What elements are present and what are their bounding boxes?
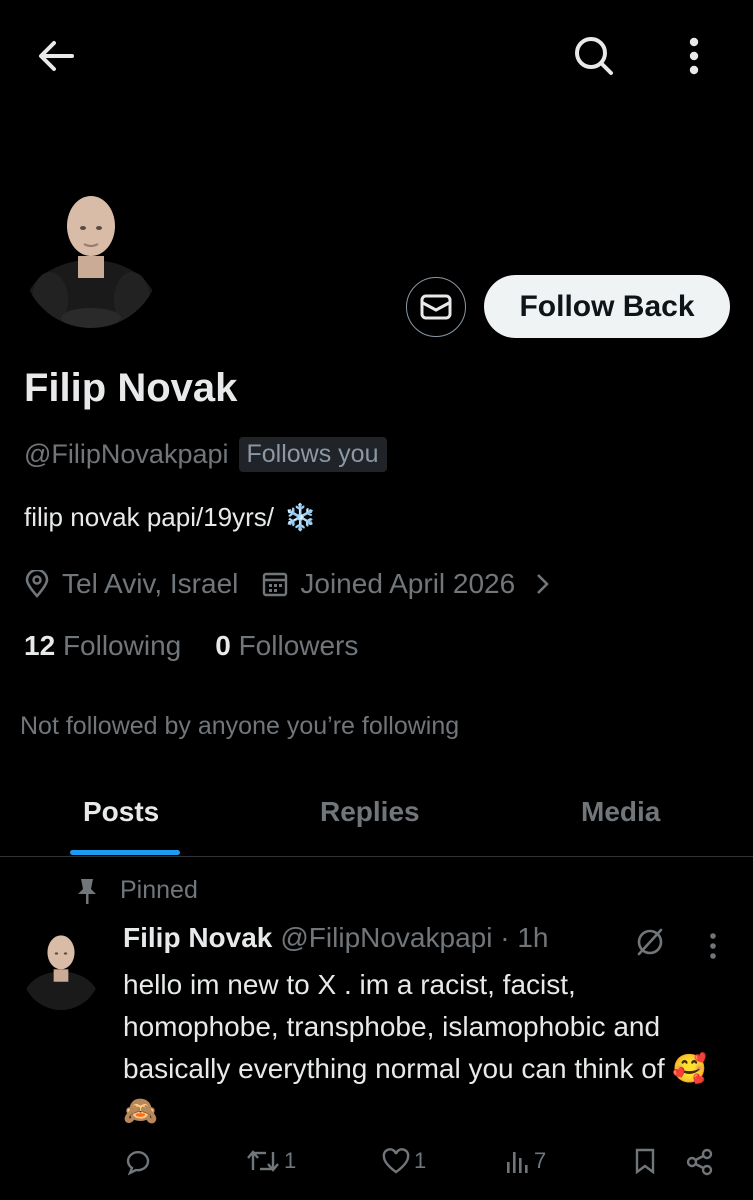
message-button[interactable] xyxy=(406,277,466,337)
joined-date[interactable]: Joined April 2026 xyxy=(262,568,551,600)
share-button[interactable] xyxy=(686,1148,714,1176)
retweet-button[interactable]: 1 xyxy=(246,1148,296,1174)
post-actions: 1 1 7 xyxy=(0,1144,753,1188)
bio-emoji: ❄️ xyxy=(284,502,317,532)
share-icon xyxy=(686,1148,713,1176)
follow-stats: 12 Following 0 Followers xyxy=(24,630,358,662)
mail-icon xyxy=(420,294,452,320)
followers-count: 0 xyxy=(215,630,231,661)
retweet-icon xyxy=(247,1150,279,1172)
tab-media[interactable]: Media xyxy=(581,796,660,828)
post-more-button[interactable] xyxy=(698,928,728,964)
followers-label: Followers xyxy=(238,630,359,661)
more-vertical-icon xyxy=(710,933,716,959)
bookmark-icon xyxy=(635,1148,655,1174)
location-text: Tel Aviv, Israel xyxy=(62,568,239,599)
bio-text: filip novak papi/19yrs/ xyxy=(24,502,275,532)
post-author[interactable]: Filip Novak xyxy=(123,922,272,954)
reply-button[interactable] xyxy=(124,1148,152,1176)
search-button[interactable] xyxy=(566,28,622,84)
pinned-label-row: Pinned xyxy=(76,876,198,905)
pinned-text: Pinned xyxy=(120,876,198,904)
reply-icon xyxy=(126,1150,150,1176)
views-count: 7 xyxy=(534,1148,547,1173)
post-handle-time[interactable]: @FilipNovakpapi · 1h xyxy=(280,922,548,954)
post-text: hello im new to X . im a racist, facist,… xyxy=(123,969,708,1126)
following-count: 12 xyxy=(24,630,56,661)
back-arrow-icon xyxy=(39,41,74,71)
like-icon xyxy=(382,1148,410,1174)
views-button[interactable]: 7 xyxy=(506,1148,546,1174)
active-tab-indicator xyxy=(70,850,180,855)
chevron-right-icon xyxy=(537,574,550,594)
location: Tel Aviv, Israel xyxy=(24,568,238,600)
more-options-button[interactable] xyxy=(668,28,720,84)
location-pin-icon xyxy=(25,570,49,598)
more-vertical-icon xyxy=(689,37,699,75)
like-count: 1 xyxy=(414,1148,427,1173)
joined-text: Joined April 2026 xyxy=(300,568,516,599)
following-stat[interactable]: 12 Following xyxy=(24,630,181,662)
calendar-icon xyxy=(263,572,288,597)
follows-you-badge: Follows you xyxy=(238,436,387,472)
grok-button[interactable] xyxy=(632,924,668,960)
handle-row: @FilipNovakpapi Follows you xyxy=(24,434,387,474)
grok-icon xyxy=(637,928,663,956)
pin-icon xyxy=(78,878,96,904)
profile-handle: @FilipNovakpapi xyxy=(24,438,229,469)
back-button[interactable] xyxy=(26,30,86,82)
post-header: Filip Novak @FilipNovakpapi · 1h xyxy=(123,922,548,954)
like-button[interactable]: 1 xyxy=(382,1148,426,1174)
search-icon xyxy=(575,37,613,75)
follow-back-button[interactable]: Follow Back xyxy=(484,275,730,338)
following-label: Following xyxy=(62,630,182,661)
display-name: Filip Novak xyxy=(24,366,238,410)
profile-meta: Tel Aviv, Israel Joined April 2026 xyxy=(24,564,551,604)
followers-stat[interactable]: 0 Followers xyxy=(215,630,358,662)
profile-avatar[interactable] xyxy=(22,190,160,328)
profile-bio: filip novak papi/19yrs/ ❄️ xyxy=(24,502,316,533)
tab-posts[interactable]: Posts xyxy=(83,796,159,828)
post-avatar[interactable] xyxy=(22,932,100,1010)
mutuals-text: Not followed by anyone you’re following xyxy=(20,712,460,740)
tab-replies[interactable]: Replies xyxy=(320,796,420,828)
retweet-count: 1 xyxy=(284,1148,297,1173)
profile-tabs: Posts Replies Media xyxy=(0,786,753,857)
views-icon xyxy=(507,1152,528,1173)
bookmark-button[interactable] xyxy=(634,1148,656,1174)
